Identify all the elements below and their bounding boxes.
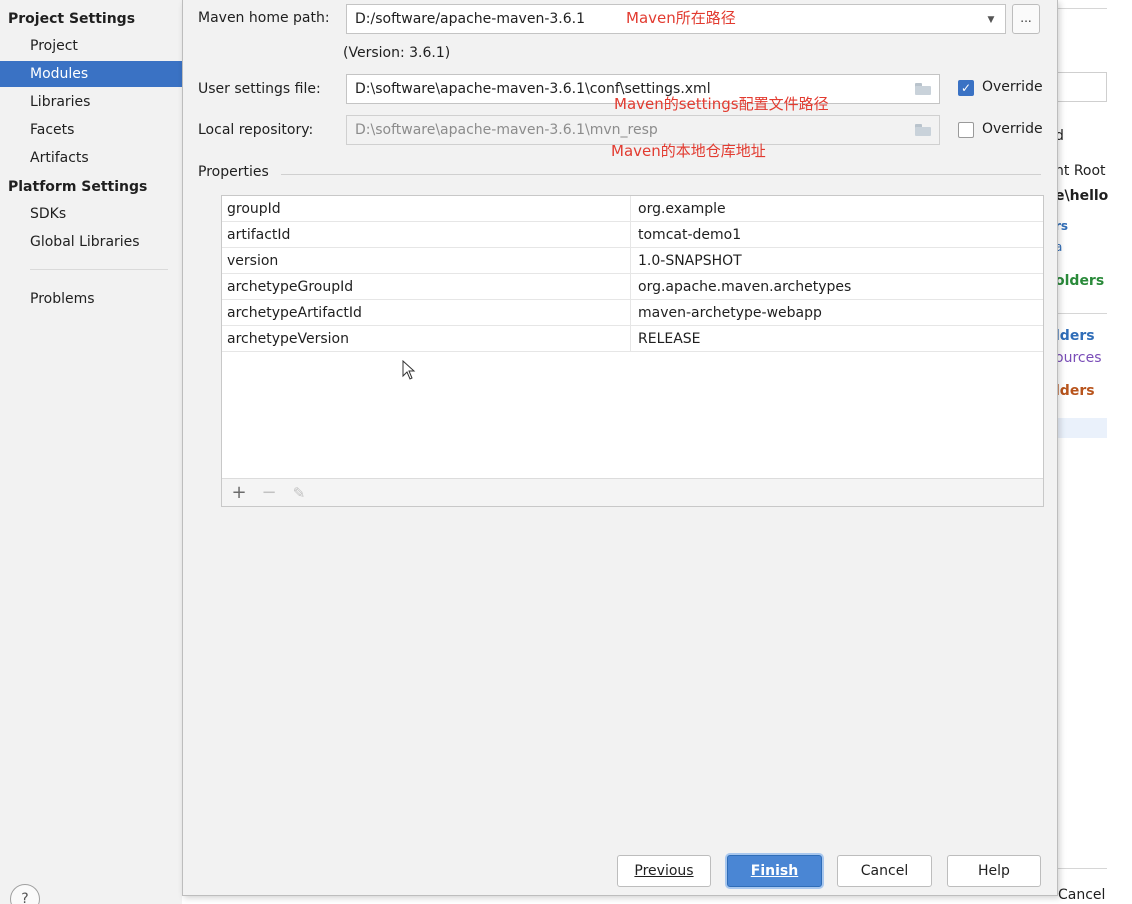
table-row[interactable]: version 1.0-SNAPSHOT (222, 248, 1043, 274)
local-repo-label: Local repository: (198, 122, 314, 138)
background-module-panel: d nt Root e\hello rs a olders lders ourc… (1055, 0, 1132, 904)
platform-settings-header: Platform Settings (8, 179, 148, 195)
bg-fragment: nt Root (1055, 163, 1106, 179)
user-settings-label: User settings file: (198, 81, 321, 97)
property-value[interactable]: 1.0-SNAPSHOT (638, 248, 742, 274)
property-key: archetypeArtifactId (227, 305, 362, 321)
properties-toolbar: + − ✎ (222, 478, 1043, 506)
local-repo-override-label: Override (982, 121, 1043, 137)
user-settings-override-label: Override (982, 79, 1043, 95)
sidebar-item-modules[interactable]: Modules (0, 61, 182, 87)
sidebar-divider (30, 269, 168, 270)
bg-fragment: ources (1055, 350, 1102, 366)
annotation-repo: Maven的本地仓库地址 (611, 142, 766, 160)
bg-fragment: rs (1055, 219, 1069, 233)
maven-home-label: Maven home path: (198, 10, 330, 26)
property-key: archetypeVersion (227, 331, 349, 347)
bg-divider (1055, 8, 1107, 9)
sidebar-item-artifacts[interactable]: Artifacts (0, 145, 182, 171)
maven-version-text: (Version: 3.6.1) (343, 45, 451, 61)
project-structure-sidebar: Project Settings Project Modules Librari… (0, 0, 182, 904)
property-key: groupId (227, 201, 281, 217)
folder-icon[interactable] (915, 124, 931, 136)
bg-input (1055, 72, 1107, 102)
local-repo-override-checkbox[interactable] (958, 122, 974, 138)
bg-fragment: lders (1055, 328, 1095, 344)
sidebar-item-facets[interactable]: Facets (0, 117, 182, 143)
bg-divider (1055, 868, 1107, 869)
new-project-dialog: Maven home path: D:/software/apache-mave… (182, 0, 1058, 896)
chevron-down-icon[interactable]: ▼ (981, 6, 1001, 33)
sidebar-item-libraries[interactable]: Libraries (0, 89, 182, 115)
table-row[interactable]: groupId org.example (222, 196, 1043, 222)
mouse-cursor-icon (402, 360, 416, 380)
maven-home-value: D:/software/apache-maven-3.6.1 (355, 11, 585, 27)
table-row[interactable]: artifactId tomcat-demo1 (222, 222, 1043, 248)
annotation-home: Maven所在路径 (626, 9, 736, 27)
property-value[interactable]: maven-archetype-webapp (638, 300, 822, 326)
bg-divider (1055, 313, 1107, 314)
browse-button[interactable]: ... (1012, 4, 1040, 34)
add-icon[interactable]: + (228, 479, 250, 507)
table-row[interactable]: archetypeVersion RELEASE (222, 326, 1043, 352)
sidebar-item-sdks[interactable]: SDKs (0, 201, 182, 227)
property-value[interactable]: org.example (638, 196, 726, 222)
previous-label: Previous (634, 863, 694, 879)
sidebar-item-problems[interactable]: Problems (0, 286, 182, 312)
user-settings-override-checkbox[interactable]: ✓ (958, 80, 974, 96)
help-button[interactable]: Help (947, 855, 1041, 887)
bg-fragment: lders (1055, 383, 1095, 399)
property-key: version (227, 253, 279, 269)
sidebar-item-global-libraries[interactable]: Global Libraries (0, 229, 182, 255)
previous-button[interactable]: Previous (617, 855, 711, 887)
bg-cancel-button: Cancel (1058, 887, 1106, 903)
properties-divider (281, 174, 1041, 175)
bg-selection (1055, 418, 1107, 438)
folder-icon[interactable] (915, 83, 931, 95)
finish-label: Finish (750, 863, 799, 879)
help-icon[interactable]: ? (10, 884, 40, 904)
property-value[interactable]: tomcat-demo1 (638, 222, 741, 248)
remove-icon[interactable]: − (258, 479, 280, 507)
property-key: artifactId (227, 227, 291, 243)
sidebar-item-project[interactable]: Project (0, 33, 182, 59)
cancel-button[interactable]: Cancel (837, 855, 932, 887)
property-value[interactable]: RELEASE (638, 326, 701, 352)
finish-button[interactable]: Finish (727, 855, 822, 887)
properties-title: Properties (198, 164, 269, 180)
properties-table: groupId org.example artifactId tomcat-de… (221, 195, 1044, 507)
property-value[interactable]: org.apache.maven.archetypes (638, 274, 851, 300)
bg-fragment: olders (1055, 273, 1105, 289)
property-key: archetypeGroupId (227, 279, 354, 295)
local-repo-value: D:\software\apache-maven-3.6.1\mvn_resp (355, 122, 658, 138)
edit-icon[interactable]: ✎ (288, 479, 310, 507)
bg-fragment: a (1055, 240, 1063, 254)
table-row[interactable]: archetypeArtifactId maven-archetype-weba… (222, 300, 1043, 326)
bg-fragment: e\hello (1055, 188, 1109, 204)
bg-fragment: d (1055, 128, 1064, 144)
annotation-settings: Maven的settings配置文件路径 (614, 95, 829, 113)
table-row[interactable]: archetypeGroupId org.apache.maven.archet… (222, 274, 1043, 300)
project-settings-header: Project Settings (8, 11, 136, 27)
